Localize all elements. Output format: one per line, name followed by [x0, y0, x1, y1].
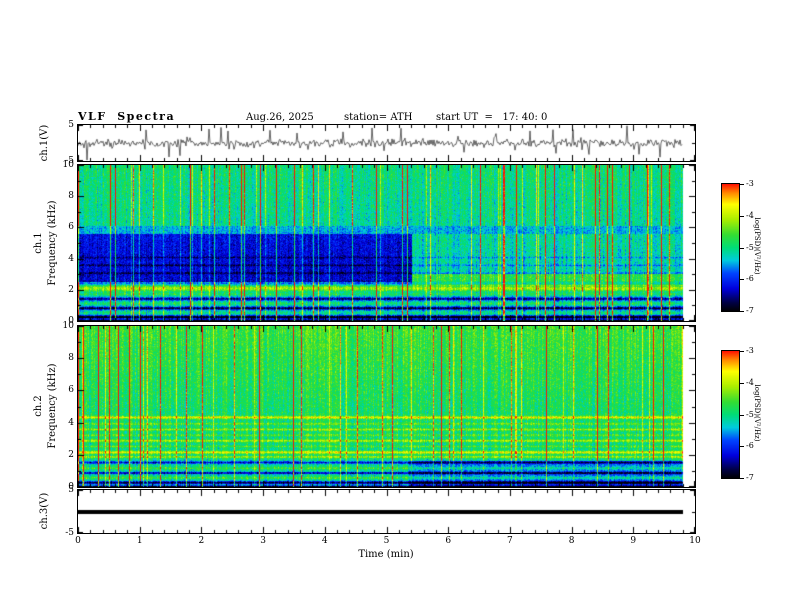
colorbar-tick-label: -4	[746, 377, 754, 387]
ch3-voltage-axis-label: ch.3(V)	[39, 492, 50, 530]
x-tick-label: 7	[507, 536, 513, 546]
x-tick-label: 8	[568, 536, 575, 546]
ch1-spectrogram-channel-label: ch.1	[33, 232, 44, 254]
y-tick-label: 2	[68, 284, 74, 295]
colorbar-tick	[740, 279, 744, 280]
ch1-spectrogram-panel	[77, 164, 696, 322]
colorbar-tick-label: -4	[746, 210, 754, 220]
vlf-spectra-figure: VLF Spectra Aug.26, 2025 station= ATH st…	[0, 0, 792, 612]
ch2-spectrogram-panel	[77, 325, 696, 488]
colorbar-tick	[740, 184, 744, 185]
time-axis-label: Time (min)	[358, 549, 414, 560]
colorbar-ch1-canvas	[722, 184, 739, 311]
y-tick-label: 4	[68, 253, 74, 264]
colorbar-tick-label: -6	[746, 274, 754, 284]
x-tick-label: 6	[445, 536, 452, 546]
colorbar-ch2-canvas	[722, 351, 739, 478]
colorbar-tick	[740, 446, 744, 447]
y-tick-label: 10	[62, 160, 74, 170]
x-tick-label: 2	[198, 536, 205, 546]
y-tick-label: 8	[68, 353, 74, 364]
colorbar-tick	[740, 478, 744, 479]
colorbar-ch2	[721, 350, 740, 479]
x-tick-label: 9	[630, 536, 637, 546]
ch2-frequency-axis-label: Frequency (kHz)	[47, 363, 58, 449]
x-tick-label: 10	[689, 536, 701, 546]
ch2-spectrogram-canvas	[78, 326, 695, 487]
plot-date: Aug.26, 2025	[246, 112, 314, 123]
y-tick-label: 10	[62, 321, 74, 331]
ch1-voltage-panel	[77, 124, 696, 162]
plot-station: station= ATH	[344, 112, 413, 123]
colorbar-tick	[740, 311, 744, 312]
colorbar-tick	[740, 383, 744, 384]
colorbar-tick-label: -6	[746, 441, 754, 451]
y-tick-label: 0	[68, 482, 74, 492]
y-tick-label: 2	[68, 449, 74, 460]
colorbar-tick-label: -3	[746, 346, 754, 355]
colorbar-tick-label: -7	[746, 306, 754, 315]
x-tick-label: 4	[321, 536, 328, 546]
colorbar-tick-label: -5	[746, 409, 754, 419]
ch3-voltage-panel	[77, 489, 696, 534]
colorbar-tick-label: -7	[746, 473, 754, 482]
colorbar-ch1	[721, 183, 740, 312]
y-tick-label: 6	[68, 385, 74, 396]
y-tick-label: -5	[65, 528, 74, 538]
x-tick-label: 1	[136, 536, 143, 546]
x-tick-label: 3	[260, 536, 266, 546]
plot-start-ut: start UT = 17: 40: 0	[436, 112, 548, 123]
y-tick-label: 4	[68, 417, 74, 428]
y-tick-label: 6	[68, 222, 74, 233]
x-tick-label: 5	[383, 536, 390, 546]
ch3-waveform-canvas	[78, 490, 695, 533]
colorbar-tick	[740, 415, 744, 416]
colorbar-tick	[740, 248, 744, 249]
plot-title: VLF Spectra	[78, 110, 176, 123]
colorbar-tick-label: -3	[746, 179, 754, 188]
ch1-spectrogram-canvas	[78, 165, 695, 321]
ch2-spectrogram-channel-label: ch.2	[33, 395, 44, 417]
ch1-waveform-canvas	[78, 125, 695, 161]
y-tick-label: 8	[68, 191, 74, 202]
colorbar-tick	[740, 216, 744, 217]
colorbar-tick	[740, 351, 744, 352]
colorbar-tick-label: -5	[746, 242, 754, 252]
y-tick-label: 5	[68, 120, 74, 130]
